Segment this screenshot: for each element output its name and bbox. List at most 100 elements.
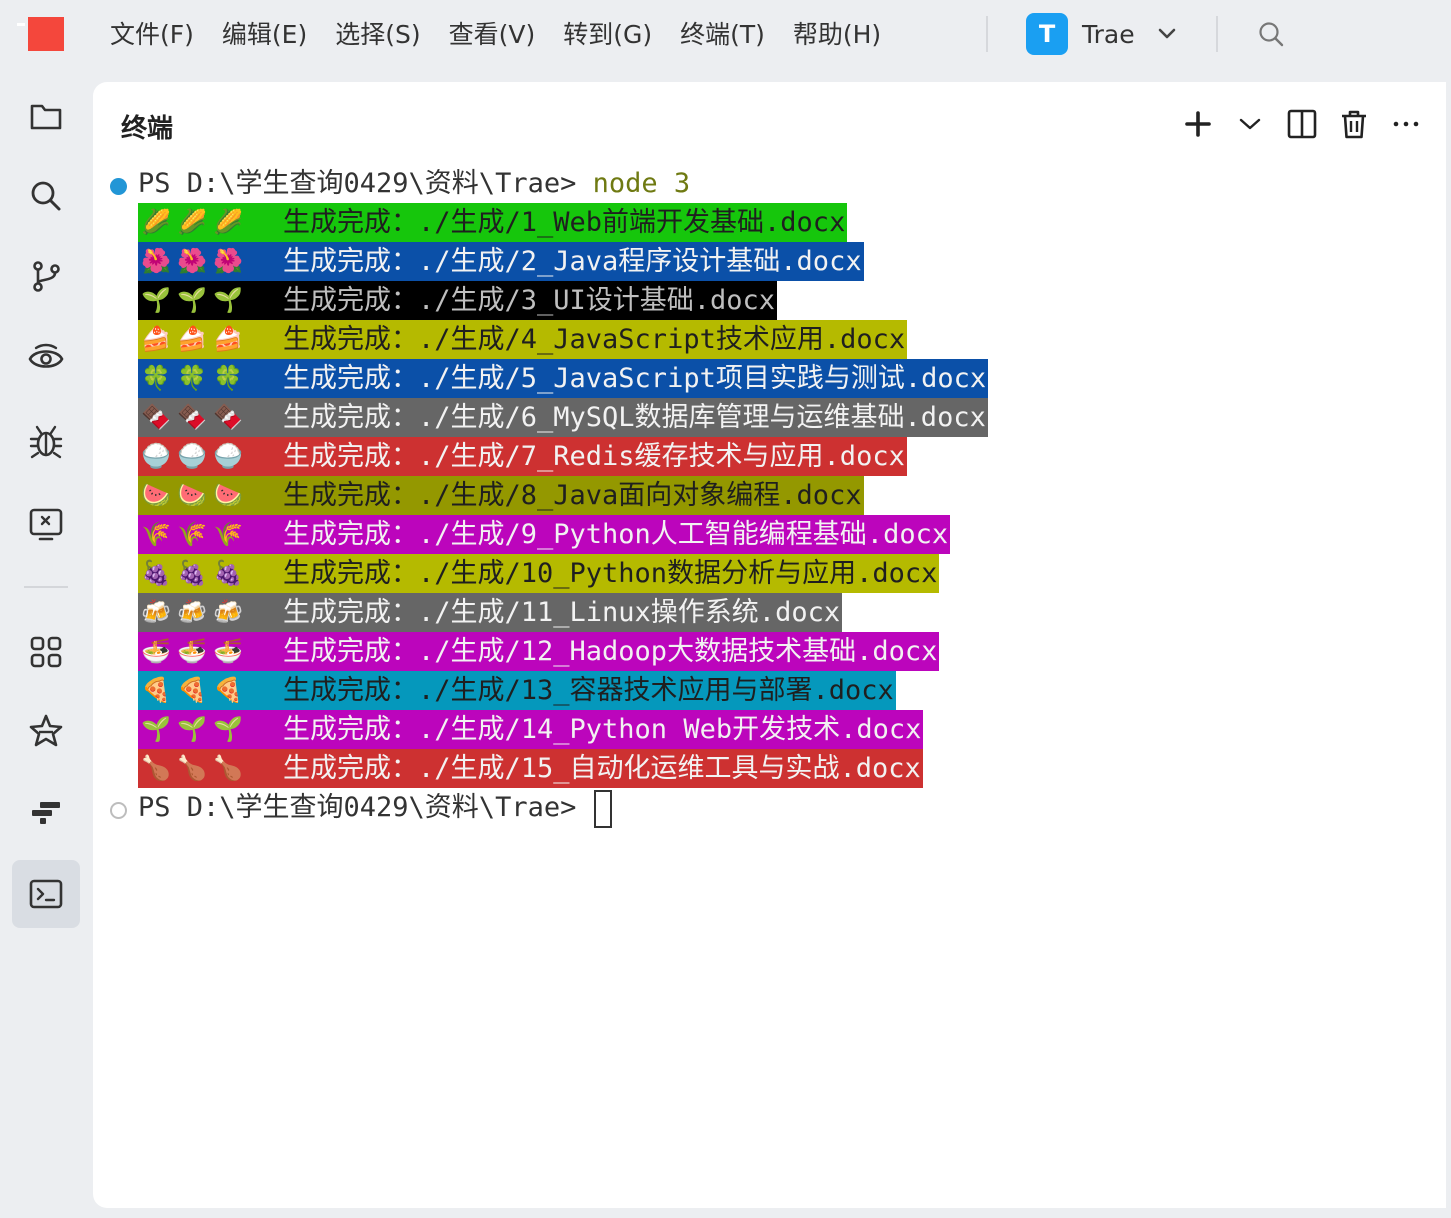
extensions-grid-icon[interactable] — [12, 618, 80, 686]
terminal-icon[interactable] — [12, 860, 80, 928]
row-status-label: 生成完成： — [283, 324, 418, 355]
split-terminal-icon[interactable] — [1280, 104, 1324, 144]
more-actions-icon[interactable] — [1384, 104, 1428, 144]
search-icon[interactable] — [1257, 20, 1285, 52]
terminal-output-line: 🌱 🌱 🌱 生成完成： ./生成/3_UI设计基础.docx — [138, 281, 778, 320]
emoji-glyph: 🍰 — [213, 325, 243, 353]
emoji-glyph: 🍕 — [141, 676, 171, 704]
row-emoji: 🌱 🌱 🌱 — [138, 710, 283, 749]
terminal-output-line: 🍇 🍇 🍇 生成完成： ./生成/10_Python数据分析与应用.docx — [138, 554, 940, 593]
row-status-label: 生成完成： — [283, 441, 418, 472]
terminal-output-line: 🌽 🌽 🌽 生成完成： ./生成/1_Web前端开发基础.docx — [138, 203, 848, 242]
emoji-glyph: 🌱 — [141, 715, 171, 743]
command-pending-dot-icon[interactable] — [110, 802, 127, 819]
row-file-path: ./生成/8_Java面向对象编程.docx — [418, 480, 862, 511]
emoji-glyph: 🌽 — [213, 208, 243, 236]
terminal-output-line: 🍻 🍻 🍻 生成完成： ./生成/11_Linux操作系统.docx — [138, 593, 843, 632]
emoji-glyph: 🍻 — [141, 598, 171, 626]
terminal-output-line: 🍚 🍚 🍚 生成完成： ./生成/7_Redis缓存技术与应用.docx — [138, 437, 907, 476]
row-emoji: 🍇 🍇 🍇 — [138, 554, 283, 593]
emoji-glyph: 🌾 — [141, 520, 171, 548]
emoji-glyph: 🍫 — [213, 403, 243, 431]
emoji-glyph: 🌽 — [141, 208, 171, 236]
new-terminal-plus-icon[interactable] — [1176, 104, 1220, 144]
debug-bug-icon[interactable] — [12, 408, 80, 476]
row-status-label: 生成完成： — [283, 246, 418, 277]
app-logo-mark — [17, 23, 25, 26]
emoji-glyph: 🌱 — [141, 286, 171, 314]
row-emoji: 🍜 🍜 🍜 — [138, 632, 283, 671]
menu-help[interactable]: 帮助(H) — [779, 18, 895, 52]
workspace-switcher[interactable]: T Trae — [1026, 13, 1177, 55]
emoji-glyph: 🍜 — [141, 637, 171, 665]
row-status-label: 生成完成： — [283, 558, 418, 589]
menu-selection[interactable]: 选择(S) — [321, 18, 434, 52]
explorer-icon[interactable] — [12, 82, 80, 150]
emoji-glyph: 🌱 — [213, 715, 243, 743]
row-status-label: 生成完成： — [283, 207, 418, 238]
prompt-text: PS D:\学生查询0429\资料\Trae> — [138, 792, 577, 823]
menu-terminal[interactable]: 终端(T) — [666, 18, 779, 52]
terminal-profiles-chevron-icon[interactable] — [1228, 104, 1272, 144]
emoji-glyph: 🍫 — [177, 403, 207, 431]
row-emoji: 🌾 🌾 🌾 — [138, 515, 283, 554]
emoji-glyph: 🍀 — [141, 364, 171, 392]
remote-explorer-icon[interactable] — [12, 490, 80, 558]
menu-view[interactable]: 查看(V) — [435, 18, 550, 52]
menu-file[interactable]: 文件(F) — [96, 18, 208, 52]
row-emoji: 🍉 🍉 🍉 — [138, 476, 283, 515]
terminal-output-line: 🌱 🌱 🌱 生成完成： ./生成/14_Python Web开发技术.docx — [138, 710, 924, 749]
emoji-glyph: 🌾 — [177, 520, 207, 548]
menu-goto[interactable]: 转到(G) — [549, 18, 666, 52]
emoji-glyph: 🍉 — [177, 481, 207, 509]
row-file-path: ./生成/3_UI设计基础.docx — [418, 285, 776, 316]
row-status-label: 生成完成： — [283, 714, 418, 745]
app-logo-icon[interactable] — [28, 17, 64, 51]
command-success-dot-icon[interactable] — [110, 178, 127, 195]
terminal-output-line: 🍀 🍀 🍀 生成完成： ./生成/5_JavaScript项目实践与测试.docx — [138, 359, 989, 398]
emoji-glyph: 🍚 — [177, 442, 207, 470]
menu-divider — [1216, 16, 1218, 52]
emoji-glyph: 🍚 — [213, 442, 243, 470]
emoji-glyph: 🌱 — [177, 286, 207, 314]
row-file-path: ./生成/2_Java程序设计基础.docx — [418, 246, 862, 277]
command-text: node 3 — [592, 168, 691, 199]
row-status-label: 生成完成： — [283, 636, 418, 667]
kill-terminal-trash-icon[interactable] — [1332, 104, 1376, 144]
row-file-path: ./生成/7_Redis缓存技术与应用.docx — [418, 441, 905, 472]
row-emoji: 🌽 🌽 🌽 — [138, 203, 283, 242]
menu-edit[interactable]: 编辑(E) — [208, 18, 321, 52]
prompt-line-current: PS D:\学生查询0429\资料\Trae> — [138, 788, 613, 828]
prompt-line: PS D:\学生查询0429\资料\Trae> node 3 — [138, 164, 690, 203]
row-status-label: 生成完成： — [283, 675, 418, 706]
source-control-icon[interactable] — [12, 242, 80, 310]
preview-eye-icon[interactable] — [12, 324, 80, 392]
terminal-output-line: 🍕 🍕 🍕 生成完成： ./生成/13_容器技术应用与部署.docx — [138, 671, 896, 710]
row-emoji: 🍀 🍀 🍀 — [138, 359, 283, 398]
row-file-path: ./生成/13_容器技术应用与部署.docx — [418, 675, 894, 706]
emoji-glyph: 🍇 — [141, 559, 171, 587]
row-status-label: 生成完成： — [283, 285, 418, 316]
terminal-output-line: 🌾 🌾 🌾 生成完成： ./生成/9_Python人工智能编程基础.docx — [138, 515, 951, 554]
emoji-glyph: 🍻 — [213, 598, 243, 626]
row-file-path: ./生成/12_Hadoop大数据技术基础.docx — [418, 636, 938, 667]
workspace-avatar: T — [1026, 13, 1068, 55]
pipeline-icon[interactable] — [12, 778, 80, 846]
terminal-output-line: 🍉 🍉 🍉 生成完成： ./生成/8_Java面向对象编程.docx — [138, 476, 864, 515]
emoji-glyph: 🍕 — [213, 676, 243, 704]
row-status-label: 生成完成： — [283, 402, 418, 433]
activity-bar — [0, 70, 92, 1218]
row-status-label: 生成完成： — [283, 753, 418, 784]
emoji-glyph: 🍀 — [213, 364, 243, 392]
row-emoji: 🌱 🌱 🌱 — [138, 281, 283, 320]
emoji-glyph: 🌽 — [177, 208, 207, 236]
row-file-path: ./生成/1_Web前端开发基础.docx — [418, 207, 846, 238]
emoji-glyph: 🌱 — [177, 715, 207, 743]
emoji-glyph: 🍇 — [213, 559, 243, 587]
menu-bar: 文件(F) 编辑(E) 选择(S) 查看(V) 转到(G) 终端(T) 帮助(H… — [0, 0, 1451, 70]
row-emoji: 🍕 🍕 🍕 — [138, 671, 283, 710]
terminal-cursor — [594, 789, 613, 828]
row-status-label: 生成完成： — [283, 519, 418, 550]
search-icon[interactable] — [12, 162, 80, 230]
ai-star-icon[interactable] — [12, 698, 80, 766]
